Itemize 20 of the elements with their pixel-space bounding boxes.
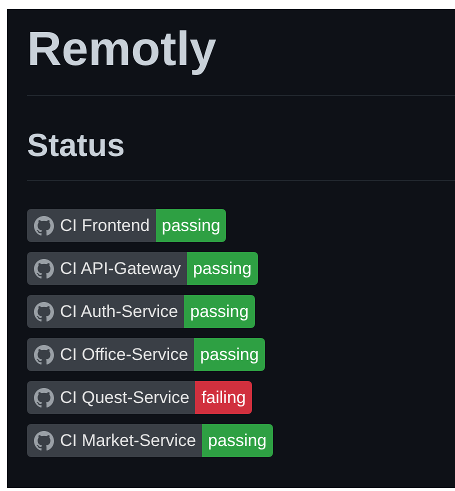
workflow-label[interactable]: CI Quest-Service: [27, 381, 196, 414]
workflow-label[interactable]: CI Office-Service: [27, 338, 194, 371]
status-badge: passing: [202, 424, 273, 457]
status-badge: failing: [195, 381, 252, 414]
status-badge: passing: [186, 252, 258, 285]
octocat-icon: [34, 216, 54, 236]
workflow-label[interactable]: CI API-Gateway: [27, 252, 187, 285]
octocat-icon: [34, 344, 54, 364]
status-badge: passing: [194, 338, 265, 371]
octocat-icon: [34, 430, 54, 450]
status-badge: passing: [184, 295, 255, 328]
workflow-label[interactable]: CI Frontend: [27, 209, 156, 242]
page-title: Remotly: [27, 22, 218, 78]
octocat-icon: [34, 302, 54, 322]
octocat-icon: [34, 388, 54, 408]
workflow-label[interactable]: CI Auth-Service: [27, 295, 184, 328]
section-heading: Status: [27, 126, 126, 164]
workflow-label[interactable]: CI Market-Service: [27, 424, 202, 457]
octocat-icon: [34, 258, 54, 278]
status-badge: passing: [156, 209, 226, 242]
